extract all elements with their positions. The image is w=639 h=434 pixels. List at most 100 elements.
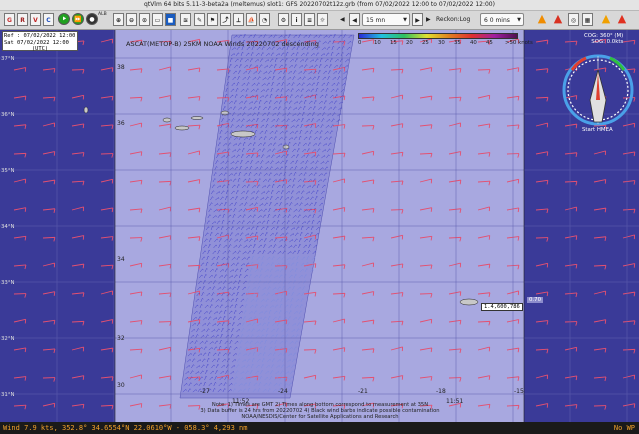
compass-rose[interactable] [562, 54, 634, 126]
cloud-icon[interactable]: C [43, 13, 54, 26]
zoom-out-icon[interactable]: ⊖ [126, 13, 137, 26]
grib-wind-barb-flag [546, 97, 549, 102]
grib-wind-barb-flag [401, 375, 404, 380]
grib-wind-barb-flag [53, 320, 56, 325]
wind-icon[interactable]: ≋ [180, 13, 191, 26]
grib-wind-barb-flag [82, 69, 85, 74]
grib-wind-barb [100, 290, 113, 295]
sog-value: SOG: 0.0kts [591, 39, 624, 45]
grib-wind-barb-flag [633, 320, 636, 325]
step-forward-icon[interactable]: ▶ [412, 13, 423, 26]
grib-wind-barb-flag [633, 403, 636, 408]
grib-wind-barb-flag [546, 237, 549, 242]
side-lat-31: 31°N [1, 392, 15, 398]
zoom-fit-icon[interactable]: ⊙ [139, 13, 150, 26]
grib-wind-barb [71, 403, 84, 407]
vlm-icon[interactable]: V [30, 13, 41, 26]
grib-wind-barb-flag [488, 123, 491, 129]
grib-wind-barb-flag [198, 67, 201, 73]
lon-label-24: -24 [278, 388, 288, 395]
grib-wind-barb-flag [430, 347, 433, 353]
pin-icon[interactable]: ⚑ [207, 13, 218, 26]
grib-wind-barb [42, 319, 55, 323]
pencil-icon[interactable]: ✎ [194, 13, 205, 26]
grib-wind-barb [13, 67, 26, 71]
red-warning-icon[interactable]: ▲ [616, 13, 628, 26]
grib-wind-barb [535, 39, 548, 43]
map-canvas[interactable] [0, 30, 639, 422]
time-step-select[interactable]: 15 mn ▼ [362, 13, 410, 26]
legend-labels: 0 10 15 20 25 30 35 40 45 [358, 40, 518, 46]
legend-tick: 25 [422, 40, 429, 46]
grib-wind-barb [622, 39, 635, 43]
grib-wind-barb [593, 150, 606, 155]
record-icon[interactable]: ● [86, 13, 98, 25]
grib-wind-barb-flag [227, 263, 230, 268]
grib-wind-barb [593, 347, 606, 351]
main-toolbar: G R V C ⯈ ⏩ ● ALB ⊕ ⊖ ⊙ ▭ ■ ≋ ✎ ⚑ ⤴ ⟂ ⛵ ◔ ⚙ i … [0, 11, 639, 30]
timezone-label: (UTC) [31, 46, 49, 52]
grib-wind-barb-flag [430, 207, 433, 212]
grib-wind-barb [622, 320, 635, 323]
grib-wind-barb [100, 236, 113, 239]
interval-select[interactable]: 6 0 mins ▼ [480, 13, 524, 26]
grib-wind-barb-flag [82, 375, 85, 380]
map-square-icon[interactable]: ■ [165, 13, 176, 26]
grib-wind-barb [593, 376, 606, 379]
target-icon[interactable]: ◎ [568, 13, 579, 26]
grib-wind-barb-flag [546, 208, 549, 214]
grib-wind-barb [42, 402, 55, 407]
grib-wind-barb [13, 207, 26, 211]
grib-wind-barb [622, 208, 636, 211]
layers-icon[interactable]: ≡ [304, 13, 315, 26]
legend-color-bar [358, 33, 518, 39]
grib-wind-barb-flag [575, 181, 578, 186]
grib-wind-barb [71, 263, 84, 267]
grib-wind-barb [564, 346, 577, 351]
settings-icon[interactable]: ⚙ [278, 13, 289, 26]
grib-wind-barb-flag [111, 207, 114, 213]
grib-wind-barb-flag [575, 95, 578, 100]
play-icon[interactable]: ⯈ [58, 13, 70, 25]
orange-warning-icon[interactable]: ▲ [600, 13, 612, 26]
polar-icon[interactable]: ◔ [259, 13, 270, 26]
grib-wind-barb-flag [53, 151, 56, 156]
grib-wind-barb-flag [604, 179, 607, 184]
grib-wind-barb [13, 376, 26, 379]
grib-wind-barb-flag [169, 235, 172, 240]
alert-icon[interactable]: ▲ [552, 13, 564, 26]
grib-wind-barb [13, 264, 26, 267]
raster-icon[interactable]: R [17, 13, 28, 26]
grib-wind-barb [71, 375, 84, 379]
route-icon[interactable]: ⤴ [220, 13, 231, 26]
grib-wind-barb-flag [546, 68, 549, 73]
status-waypoint: No WP [613, 424, 635, 432]
forward-icon[interactable]: ⏩ [72, 13, 84, 25]
info-icon[interactable]: i [291, 13, 302, 26]
warning-icon[interactable]: ▲ [536, 13, 548, 26]
grib-wind-barb [593, 207, 606, 211]
prev-step-button[interactable]: ◀ [340, 13, 345, 26]
zoom-in-icon[interactable]: ⊕ [113, 13, 124, 26]
board-icon[interactable]: ▦ [582, 13, 593, 26]
ascat-title: ASCAT(METOP-B) 25KM NOAA Winds 20220702 … [126, 40, 319, 48]
step-back-icon[interactable]: ◀ [349, 13, 360, 26]
boat-icon[interactable]: ⛵ [246, 13, 257, 26]
grib-icon[interactable]: G [4, 13, 15, 26]
next-step-button[interactable]: ▶ [426, 13, 431, 26]
time-step-value: 15 mn [366, 17, 386, 24]
grib-wind-barb-flag [82, 264, 85, 269]
grib-wind-barb-flag [111, 405, 114, 410]
grib-wind-barb [593, 319, 606, 323]
chart-map[interactable]: Ref : 07/02/2022 12:00 Sat 07/02/2022 12… [0, 30, 639, 422]
grib-wind-barb [42, 96, 56, 99]
grib-wind-barb-flag [53, 97, 56, 102]
grib-wind-barb-flag [111, 67, 114, 72]
grib-wind-barb-flag [140, 151, 143, 156]
grib-wind-barb-flag [633, 97, 636, 102]
grib-wind-barb-flag [314, 123, 317, 128]
ruler-icon[interactable]: ⟂ [233, 13, 244, 26]
grib-wind-barb-flag [24, 405, 27, 410]
select-zone-icon[interactable]: ▭ [152, 13, 163, 26]
sun-icon[interactable]: ☼ [317, 13, 328, 26]
